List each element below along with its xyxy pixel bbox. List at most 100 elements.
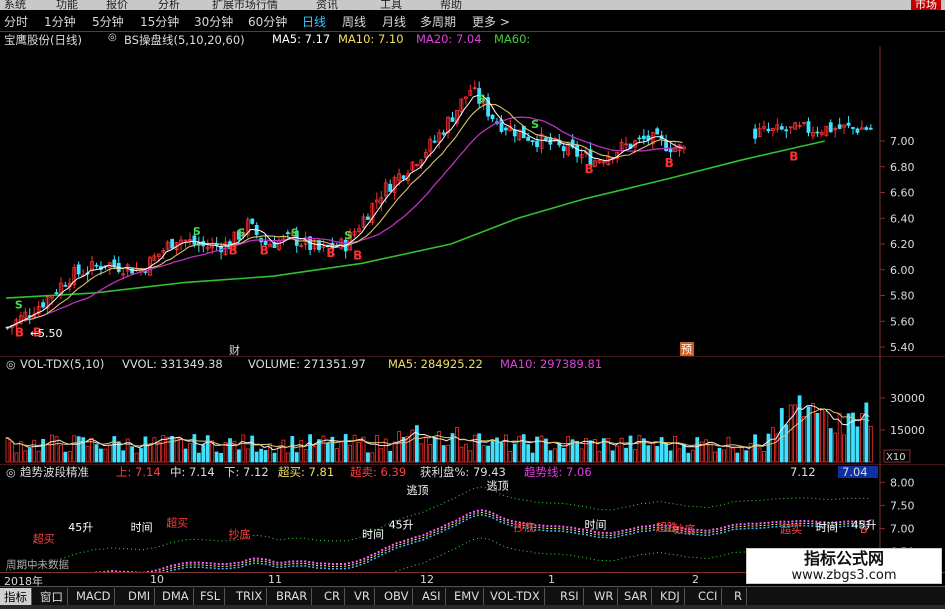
indicator-signal-label[interactable]: B	[860, 523, 868, 536]
collapse-icon[interactable]: ◎	[108, 32, 117, 43]
candle-body	[828, 122, 833, 133]
volume-bar	[10, 441, 14, 463]
watermark-url: www.zbgs3.com	[791, 568, 897, 583]
period-1min[interactable]: 1分钟	[44, 13, 76, 30]
menu-quote[interactable]: 报价	[106, 0, 128, 10]
volume-bar	[757, 447, 762, 463]
buy-signal[interactable]: B	[665, 156, 674, 170]
indicator-signal-label[interactable]: 超买	[33, 531, 55, 545]
buy-signal[interactable]: B	[260, 243, 269, 257]
volume-bar	[299, 440, 304, 463]
volume-bar	[526, 444, 531, 463]
volume-bar	[864, 402, 869, 463]
volume-bar	[152, 437, 157, 463]
indicator-signal-label[interactable]: 时间	[131, 521, 153, 534]
volume-bar	[673, 435, 677, 463]
menu-system[interactable]: 系统	[4, 0, 26, 10]
tab-sar[interactable]: SAR	[620, 588, 653, 605]
sell-signal[interactable]: S	[237, 226, 245, 239]
indicator-signal-label[interactable]: 逃顶	[487, 479, 509, 492]
volume-tick-label: 15000	[890, 424, 925, 437]
buy-signal[interactable]: B	[789, 149, 798, 163]
menu-extended-market[interactable]: 扩展市场行情	[212, 0, 278, 10]
buy-signal[interactable]: B	[326, 246, 335, 260]
sell-signal[interactable]: S	[193, 225, 201, 238]
period-weekly[interactable]: 周线	[342, 13, 366, 30]
buy-signal[interactable]: B	[353, 248, 362, 262]
sell-signal[interactable]: S	[531, 118, 539, 131]
period-more[interactable]: 更多 >	[472, 13, 510, 30]
indicator-title: 趋势波段精准	[20, 465, 89, 479]
tab-fsl[interactable]: FSL	[196, 588, 226, 605]
indicator-signal-label[interactable]: 超买	[780, 522, 802, 536]
period-multi[interactable]: 多周期	[420, 13, 456, 30]
volume-bar	[499, 442, 504, 463]
tab-asi[interactable]: ASI	[418, 588, 446, 605]
tab-window[interactable]: 窗口	[36, 588, 68, 605]
candle-body	[490, 114, 495, 120]
tab-cr[interactable]: CR	[320, 588, 346, 605]
tab-rsi[interactable]: RSI	[556, 588, 584, 605]
indicator-signal-label[interactable]: 45升	[68, 521, 93, 534]
volume-bar	[842, 434, 846, 463]
collapse-icon[interactable]: ◎	[6, 466, 16, 479]
indicator-signal-label[interactable]: 45升	[389, 519, 414, 532]
volume-bar	[236, 449, 241, 463]
sell-signal[interactable]: S	[478, 92, 486, 105]
indicator-signal-label[interactable]: 逃顶	[407, 484, 429, 497]
period-daily[interactable]: 日线	[302, 13, 326, 30]
forecast-marker[interactable]: 预	[681, 343, 692, 356]
sell-signal[interactable]: S	[291, 226, 299, 239]
menu-help[interactable]: 帮助	[440, 0, 462, 10]
indicator-signal-label[interactable]: 抄底	[229, 527, 251, 541]
indicator-signal-label[interactable]: 时间	[816, 521, 838, 534]
menu-function[interactable]: 功能	[56, 0, 78, 10]
volume-bar	[459, 446, 464, 463]
tab-obv[interactable]: OBV	[380, 588, 414, 605]
indicator-signal-label[interactable]: 抄底	[674, 522, 696, 536]
period-fenshi[interactable]: 分时	[4, 13, 28, 30]
menu-news[interactable]: 资讯	[316, 0, 338, 10]
tab-r[interactable]: R	[730, 588, 747, 605]
indicator-signal-label[interactable]: 抄底	[513, 520, 535, 534]
menu-tools[interactable]: 工具	[380, 0, 402, 10]
indicator-signal-label[interactable]: 时间	[362, 528, 384, 541]
volume-bar	[802, 416, 806, 463]
tab-dmi[interactable]: DMI	[124, 588, 156, 605]
sell-signal[interactable]: S	[344, 229, 352, 242]
menu-analysis[interactable]: 分析	[158, 0, 180, 10]
period-monthly[interactable]: 月线	[382, 13, 406, 30]
buy-signal[interactable]: B	[585, 162, 594, 176]
tab-wr[interactable]: WR	[590, 588, 619, 605]
tab-macd[interactable]: MACD	[72, 588, 116, 605]
tab-cci[interactable]: CCI	[694, 588, 723, 605]
tab-emv[interactable]: EMV	[450, 588, 485, 605]
tab-trix[interactable]: TRIX	[232, 588, 268, 605]
collapse-icon[interactable]: ◎	[6, 358, 16, 371]
candlestick-chart[interactable]: 7.00 6.80 6.60 6.40 6.20 6.00 5.80 5.60 5.40 B B B…	[0, 46, 945, 356]
sell-signal[interactable]: S	[15, 298, 23, 311]
volume-chart[interactable]: ◎ VOL-TDX(5,10) VVOL: 331349.38 VOLUME: …	[0, 356, 945, 464]
buy-signal[interactable]: B	[15, 326, 24, 340]
volume-bar	[357, 441, 361, 463]
tab-vol-tdx[interactable]: VOL-TDX	[486, 588, 545, 605]
tab-kdj[interactable]: KDJ	[656, 588, 685, 605]
price-tick-label: 6.80	[890, 161, 915, 174]
market-button[interactable]: 市场	[911, 0, 941, 10]
volume-bar	[32, 439, 37, 463]
period-60min[interactable]: 60分钟	[248, 13, 287, 30]
volume-bar	[321, 435, 326, 463]
tab-dma[interactable]: DMA	[158, 588, 194, 605]
volume-bar	[41, 438, 45, 463]
period-5min[interactable]: 5分钟	[92, 13, 124, 30]
tab-vr[interactable]: VR	[350, 588, 375, 605]
tab-brar[interactable]: BRAR	[272, 588, 313, 605]
tab-indicator[interactable]: 指标	[0, 588, 32, 605]
buy-signal[interactable]: B	[229, 243, 238, 257]
indicator-signal-label[interactable]: 超买	[166, 515, 188, 529]
indicator-signal-label[interactable]: 时间	[585, 519, 607, 532]
financial-marker[interactable]: 财	[229, 343, 240, 356]
volume-bar	[388, 450, 393, 463]
period-15min[interactable]: 15分钟	[140, 13, 179, 30]
period-30min[interactable]: 30分钟	[194, 13, 233, 30]
